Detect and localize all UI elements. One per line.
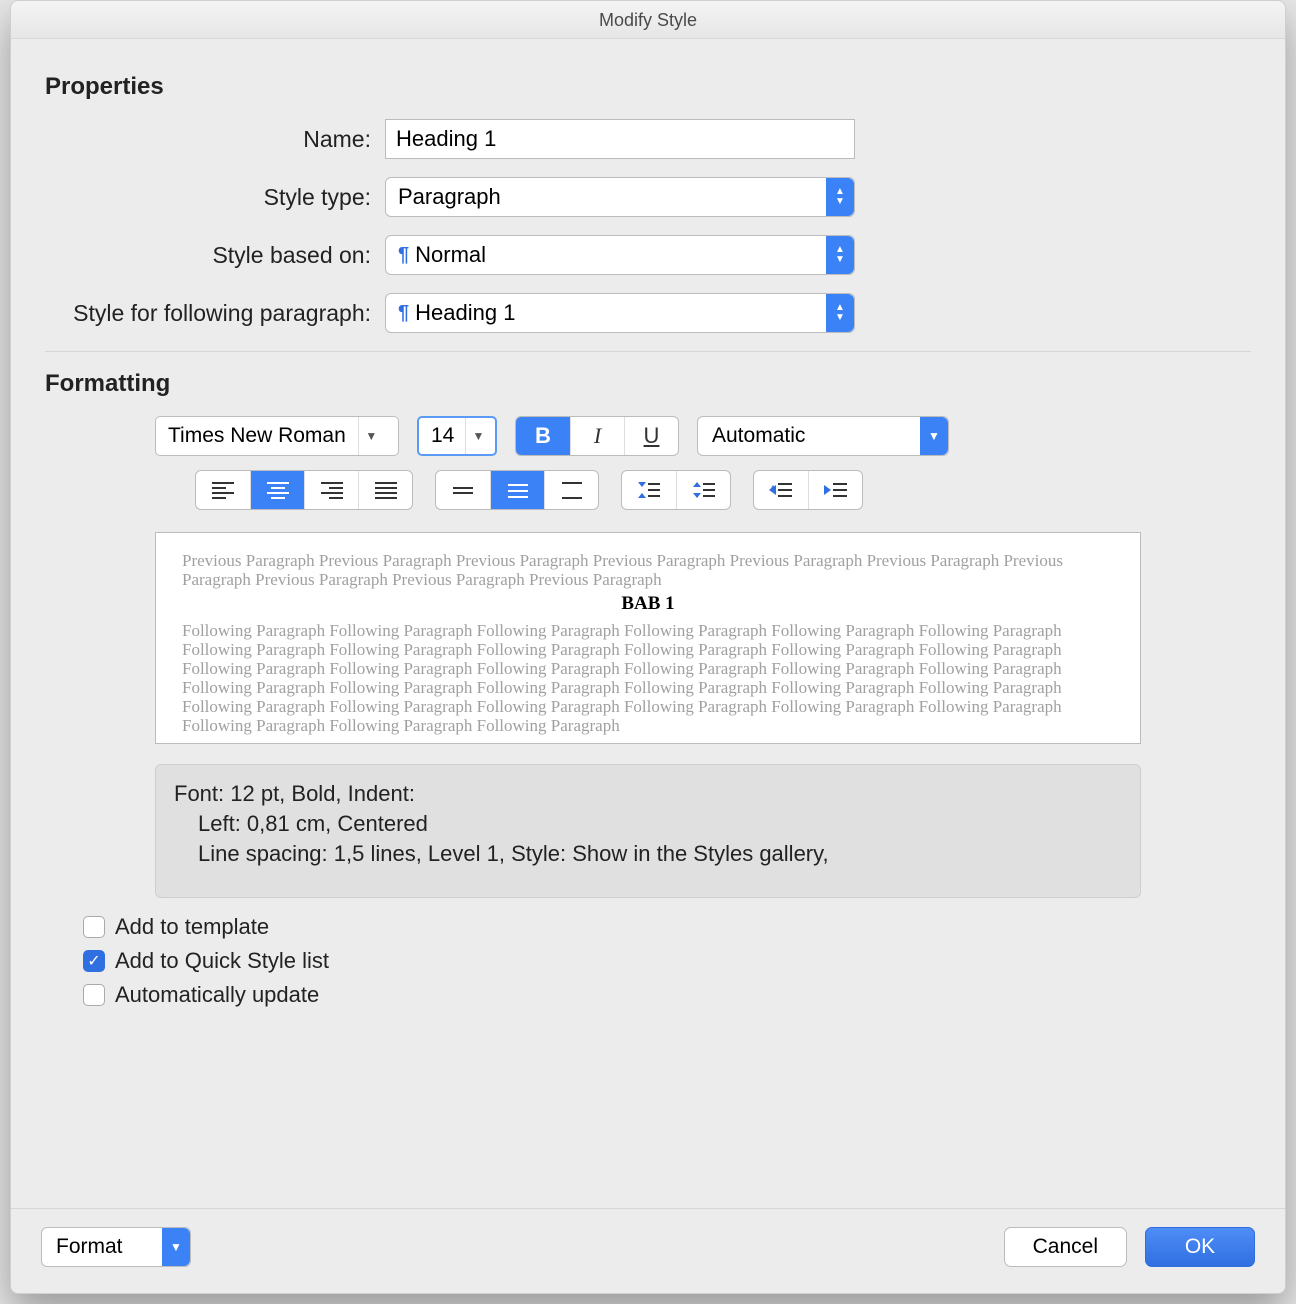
spacing-1-button[interactable] — [436, 471, 490, 509]
spacing-1-icon — [450, 479, 476, 501]
pilcrow-icon: ¶ — [398, 244, 409, 267]
font-family-select[interactable]: Times New Roman ▼ — [155, 416, 399, 456]
text-style-group: B I U — [515, 416, 679, 456]
auto-update-label: Automatically update — [115, 982, 319, 1008]
spacing-2-icon — [559, 479, 585, 501]
dialog-title: Modify Style — [11, 1, 1285, 39]
align-left-icon — [210, 479, 236, 501]
add-to-quick-style-checkbox[interactable]: ✓ — [83, 950, 105, 972]
font-color-value: Automatic — [712, 424, 805, 448]
preview-previous-text: Previous Paragraph Previous Paragraph Pr… — [182, 551, 1114, 589]
font-size-select[interactable]: 14 ▼ — [417, 416, 497, 456]
dialog-body: Properties Name: Style type: Paragraph ▲… — [11, 39, 1285, 1208]
italic-button[interactable]: I — [570, 417, 624, 455]
add-to-quick-style-label: Add to Quick Style list — [115, 948, 329, 974]
decrease-indent-button[interactable] — [754, 471, 808, 509]
increase-indent-icon — [823, 479, 849, 501]
format-menu-button[interactable]: Format ▼ — [41, 1227, 191, 1267]
based-on-select[interactable]: ¶ Normal ▲▼ — [385, 235, 855, 275]
alignment-group — [195, 470, 413, 510]
indent-group — [753, 470, 863, 510]
properties-heading: Properties — [45, 73, 1251, 101]
style-description: Font: 12 pt, Bold, Indent: Left: 0,81 cm… — [155, 764, 1141, 898]
font-size-value: 14 — [419, 424, 465, 448]
following-select[interactable]: ¶ Heading 1 ▲▼ — [385, 293, 855, 333]
style-type-value: Paragraph — [398, 184, 501, 210]
preview-sample-heading: BAB 1 — [182, 593, 1114, 615]
desc-line-2: Left: 0,81 cm, Centered — [174, 809, 1122, 839]
style-preview: Previous Paragraph Previous Paragraph Pr… — [155, 532, 1141, 744]
align-justify-button[interactable] — [358, 471, 412, 509]
align-justify-icon — [373, 479, 399, 501]
font-color-select[interactable]: Automatic ▼ — [697, 416, 949, 456]
align-left-button[interactable] — [196, 471, 250, 509]
ok-button[interactable]: OK — [1145, 1227, 1255, 1267]
space-after-icon — [691, 479, 717, 501]
format-menu-label: Format — [56, 1235, 123, 1259]
desc-line-1: Font: 12 pt, Bold, Indent: — [174, 779, 1122, 809]
style-type-select[interactable]: Paragraph ▲▼ — [385, 177, 855, 217]
spacing-2-button[interactable] — [544, 471, 598, 509]
formatting-heading: Formatting — [45, 370, 1251, 398]
spacing-1-5-icon — [505, 479, 531, 501]
auto-update-checkbox[interactable] — [83, 984, 105, 1006]
line-spacing-group — [435, 470, 599, 510]
add-to-template-label: Add to template — [115, 914, 269, 940]
align-center-icon — [265, 479, 291, 501]
chevron-down-icon: ▼ — [358, 417, 384, 455]
following-value: Heading 1 — [415, 300, 515, 326]
bold-button[interactable]: B — [516, 417, 570, 455]
underline-button[interactable]: U — [624, 417, 678, 455]
name-input[interactable] — [385, 119, 855, 159]
cancel-button[interactable]: Cancel — [1004, 1227, 1127, 1267]
spacing-1-5-button[interactable] — [490, 471, 544, 509]
style-type-label: Style type: — [45, 184, 385, 211]
align-center-button[interactable] — [250, 471, 304, 509]
align-right-button[interactable] — [304, 471, 358, 509]
chevron-down-icon: ▼ — [465, 418, 491, 454]
chevron-updown-icon: ▲▼ — [826, 178, 854, 216]
preview-following-text: Following Paragraph Following Paragraph … — [182, 621, 1114, 735]
para-spacing-group — [621, 470, 731, 510]
chevron-updown-icon: ▲▼ — [826, 236, 854, 274]
name-label: Name: — [45, 126, 385, 153]
increase-indent-button[interactable] — [808, 471, 862, 509]
decrease-indent-icon — [768, 479, 794, 501]
font-family-value: Times New Roman — [156, 424, 358, 448]
based-on-value: Normal — [415, 242, 486, 268]
align-right-icon — [319, 479, 345, 501]
pilcrow-icon: ¶ — [398, 302, 409, 325]
chevron-down-icon: ▼ — [920, 417, 948, 455]
separator — [45, 351, 1251, 352]
desc-line-3: Line spacing: 1,5 lines, Level 1, Style:… — [174, 839, 1122, 869]
following-label: Style for following paragraph: — [45, 300, 385, 327]
add-to-template-checkbox[interactable] — [83, 916, 105, 938]
modify-style-dialog: Modify Style Properties Name: Style type… — [10, 0, 1286, 1294]
chevron-down-icon: ▼ — [162, 1228, 190, 1266]
space-before-button[interactable] — [622, 471, 676, 509]
chevron-updown-icon: ▲▼ — [826, 294, 854, 332]
space-after-button[interactable] — [676, 471, 730, 509]
based-on-label: Style based on: — [45, 242, 385, 269]
dialog-footer: Format ▼ Cancel OK — [11, 1208, 1285, 1293]
space-before-icon — [636, 479, 662, 501]
